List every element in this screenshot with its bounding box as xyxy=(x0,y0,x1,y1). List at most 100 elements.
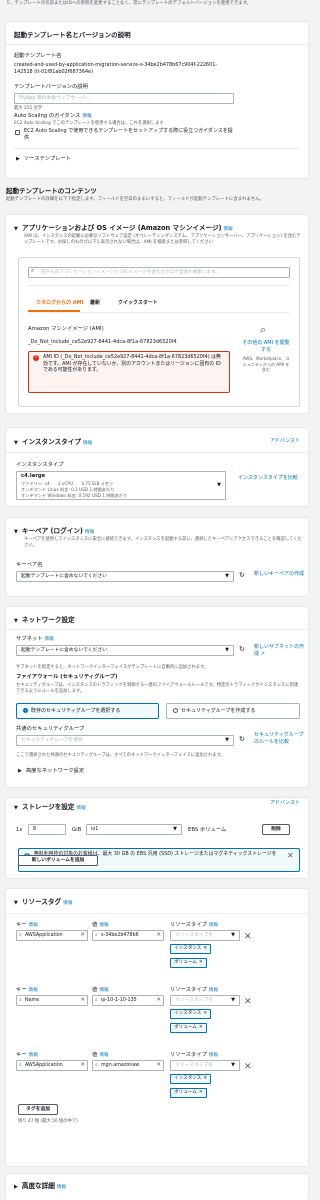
divider xyxy=(6,44,308,45)
network-section-toggle[interactable]: ▼ ネットワーク設定 xyxy=(14,616,75,625)
close-icon[interactable]: ✕ xyxy=(203,946,207,951)
compare-sg-rules-link[interactable]: セキュリティグループのルールを比較 xyxy=(254,732,306,746)
ami-section-toggle[interactable]: ▼ アプリケーションおよび OS イメージ (Amazon マシンイメージ) 情報 xyxy=(14,224,233,233)
close-icon[interactable]: ✕ xyxy=(199,1090,203,1095)
value-label: 値 xyxy=(92,922,98,928)
divider xyxy=(6,629,308,630)
resource-type-select[interactable]: リソースタイプを ▼ xyxy=(170,995,240,1006)
instance-advanced-link[interactable]: アドバンスト xyxy=(270,438,300,445)
ami-search-input[interactable]: 何千ものアプリケーションイメージと OS イメージを含むカタログ全体を検索します… xyxy=(28,267,290,278)
info-link[interactable]: 情報 xyxy=(209,1053,218,1058)
info-link[interactable]: 情報 xyxy=(83,441,92,446)
info-link[interactable]: 情報 xyxy=(29,923,38,928)
tab-quickstart[interactable]: クイックスタート xyxy=(118,300,158,307)
external-link-icon: ↗ xyxy=(260,650,265,657)
info-link[interactable]: 情報 xyxy=(99,923,108,928)
resource-type-label: リソースタイプ xyxy=(170,987,207,993)
refresh-icon[interactable]: ↻ xyxy=(239,571,245,580)
keypair-section-toggle[interactable]: ▼ キーペア (ログイン) 情報 xyxy=(14,527,94,536)
clear-icon[interactable]: ✕ xyxy=(156,931,161,940)
compare-instance-types-link[interactable]: インスタンスタイプを比較 xyxy=(238,475,298,482)
tag-value-input[interactable]: ⌕ ip-10-1-10-135 ✕ xyxy=(92,995,164,1006)
remove-tag-icon[interactable]: ✕ xyxy=(244,996,252,1008)
ami-panel: ▼ アプリケーションおよび OS イメージ (Amazon マシンイメージ) 情報 … xyxy=(6,215,308,413)
radio-create-sg[interactable]: セキュリティグループを作成する xyxy=(166,703,300,719)
close-icon[interactable]: ✕ xyxy=(203,1011,207,1016)
add-volume-button[interactable]: 新しいボリュームを追加 xyxy=(18,855,98,866)
advanced-network-toggle[interactable]: ▶ 高度なネットワーク設定 xyxy=(18,768,84,775)
instance-type-value: c4.large xyxy=(21,473,46,479)
caret-right-icon: ▶ xyxy=(18,768,22,774)
clear-icon[interactable]: ✕ xyxy=(156,996,161,1005)
tag-key-input[interactable]: ⌕ Name ✕ xyxy=(16,995,88,1006)
resource-type-select[interactable]: リソースタイプを ▼ xyxy=(170,1060,240,1071)
subnet-select[interactable]: 起動テンプレートに含めないでください ▼ xyxy=(16,645,234,656)
info-link[interactable]: 情報 xyxy=(224,227,233,232)
info-link[interactable]: 情報 xyxy=(63,901,72,906)
close-icon[interactable]: ✕ xyxy=(199,960,203,965)
info-link[interactable]: 情報 xyxy=(99,988,108,993)
security-group-select[interactable]: セキュリティグループを選択 ▼ xyxy=(16,735,234,746)
delete-volume-button[interactable]: 削除 xyxy=(262,824,290,835)
instance-section-toggle[interactable]: ▼ インスタンスタイプ 情報 xyxy=(14,438,92,447)
caret-right-icon: ▶ xyxy=(16,156,20,162)
info-link[interactable]: 情報 xyxy=(45,637,54,642)
clear-icon[interactable]: ✕ xyxy=(156,1061,161,1070)
info-link[interactable]: 情報 xyxy=(85,530,94,535)
common-sg-label: 共通のセキュリティグループ xyxy=(16,726,85,732)
keypair-select[interactable]: 起動テンプレートに含めないでください ▼ xyxy=(16,571,234,582)
info-link[interactable]: 情報 xyxy=(57,1185,66,1190)
tag-value-input[interactable]: ⌕ mgn.amazonaw ✕ xyxy=(92,1060,164,1071)
info-link[interactable]: 情報 xyxy=(76,806,85,811)
firewall-title: ファイアウォール (セキュリティグループ) xyxy=(16,674,118,680)
key-label: キー xyxy=(16,987,27,993)
clear-icon[interactable]: ✕ xyxy=(80,931,85,940)
refresh-icon[interactable]: ↻ xyxy=(239,735,245,744)
error-icon: ! xyxy=(33,355,39,361)
info-link[interactable]: 情報 xyxy=(209,923,218,928)
template-name-panel: 起動テンプレート名とバージョンの説明 起動テンプレート名 created-and… xyxy=(6,22,308,178)
refresh-icon[interactable]: ↻ xyxy=(239,645,245,654)
tag-key-input[interactable]: ⌕ AWSApplication ✕ xyxy=(16,1060,88,1071)
caret-down-icon: ▼ xyxy=(231,932,235,938)
volume-type-select[interactable]: io1 ▼ xyxy=(86,824,182,835)
close-icon[interactable]: ✕ xyxy=(203,1076,207,1081)
remove-tag-icon[interactable]: ✕ xyxy=(244,1061,252,1073)
search-icon: ⌕ xyxy=(31,267,35,274)
version-description-input[interactable]: MyApp 用の本番ウェブサーバー xyxy=(14,93,234,104)
remove-tag-icon[interactable]: ✕ xyxy=(244,931,252,943)
storage-section-toggle[interactable]: ▼ ストレージを設定 情報 xyxy=(14,803,86,812)
close-icon[interactable]: ✕ xyxy=(287,851,294,862)
create-subnet-link[interactable]: 新しいサブネットの作成 ↗ xyxy=(254,644,306,658)
volume-size-input[interactable]: 8 xyxy=(28,824,66,835)
advanced-details-toggle[interactable]: ▶ 高度な詳細 情報 xyxy=(14,1182,66,1191)
tags-section-toggle[interactable]: ▼ リソースタグ 情報 xyxy=(14,898,72,907)
tab-catalog-ami[interactable]: カタログからの AMI xyxy=(36,300,83,307)
resource-chip-instance: インスタンス ✕ xyxy=(170,944,212,954)
ami-value: _Do_Not_Include_ce52e927-8441-4dca-8f1a-… xyxy=(28,339,177,345)
ebs-volume-label: EBS ボリューム xyxy=(188,827,227,833)
info-link[interactable]: 情報 xyxy=(82,114,91,119)
close-icon[interactable]: ✕ xyxy=(199,1025,203,1030)
tab-recent[interactable]: 最新 xyxy=(90,300,100,307)
radio-existing-sg[interactable]: 既存のセキュリティグループを選択する xyxy=(16,703,159,719)
caret-down-icon: ▼ xyxy=(231,997,235,1003)
source-template-toggle[interactable]: ▶ ソーステンプレート xyxy=(16,156,71,163)
clear-icon[interactable]: ✕ xyxy=(80,1061,85,1070)
resource-type-select[interactable]: リソースタイプを ▼ xyxy=(170,930,240,941)
storage-advanced-link[interactable]: アドバンスト xyxy=(270,800,300,807)
clear-icon[interactable]: ✕ xyxy=(80,996,85,1005)
resource-type-label: リソースタイプ xyxy=(170,922,207,928)
info-link[interactable]: 情報 xyxy=(99,1053,108,1058)
tag-value-input[interactable]: ⌕ s-34be2b478b6 ✕ xyxy=(92,930,164,941)
auto-scaling-checkbox[interactable] xyxy=(15,130,20,135)
browse-more-ami-link[interactable]: その他の AMI を閲覧する xyxy=(242,340,290,354)
info-link[interactable]: 情報 xyxy=(29,988,38,993)
info-link[interactable]: 情報 xyxy=(29,1053,38,1058)
instance-type-select[interactable]: c4.large ファミリー: c4 2 vCPU 3.75 GiB メモリ オ… xyxy=(16,471,226,500)
add-tag-button[interactable]: タグを追加 xyxy=(18,1104,58,1115)
info-link[interactable]: 情報 xyxy=(209,988,218,993)
create-keypair-link[interactable]: 新しいキーペアの作成 xyxy=(254,571,304,578)
tag-key-input[interactable]: ⌕ AWSApplication ✕ xyxy=(16,930,88,941)
ami-label: Amazon マシンイメージ (AMI) xyxy=(28,326,104,332)
